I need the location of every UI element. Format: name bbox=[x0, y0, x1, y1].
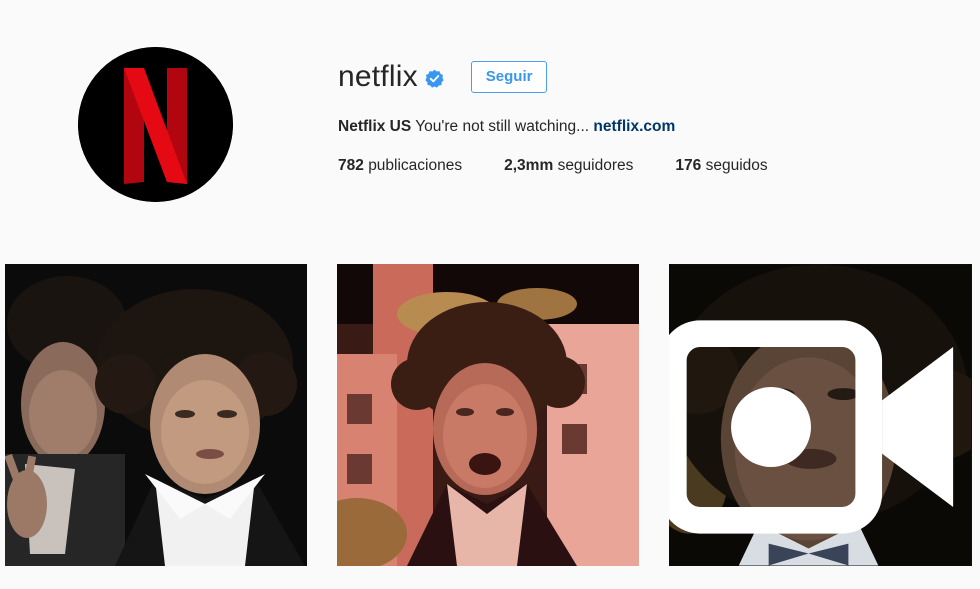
title-row: netflix Seguir bbox=[338, 58, 938, 96]
post-thumbnail[interactable] bbox=[337, 264, 639, 566]
posts-label: publicaciones bbox=[368, 157, 463, 174]
post-thumbnail[interactable] bbox=[669, 264, 972, 566]
followers-stat[interactable]: 2,3mm seguidores bbox=[504, 156, 633, 176]
bio-full-name: Netflix US bbox=[338, 118, 412, 135]
profile-username: netflix bbox=[338, 60, 418, 93]
profile-page: netflix Seguir Netflix US You're not sti… bbox=[0, 0, 980, 589]
post-photo bbox=[5, 264, 307, 566]
profile-info: netflix Seguir Netflix US You're not sti… bbox=[338, 58, 938, 176]
following-label: seguidos bbox=[705, 157, 768, 174]
netflix-logo-icon bbox=[78, 47, 233, 202]
post-photo bbox=[337, 264, 639, 566]
followers-count: 2,3mm bbox=[504, 157, 554, 174]
profile-stats: 782 publicaciones 2,3mm seguidores 176 s… bbox=[338, 156, 938, 176]
post-thumbnail[interactable] bbox=[5, 264, 307, 566]
followers-label: seguidores bbox=[557, 157, 634, 174]
bio-text: You're not still watching... bbox=[415, 118, 590, 135]
posts-stat: 782 publicaciones bbox=[338, 156, 462, 176]
video-camera-icon bbox=[669, 320, 954, 534]
following-stat[interactable]: 176 seguidos bbox=[675, 156, 767, 176]
posts-count: 782 bbox=[338, 157, 364, 174]
profile-avatar[interactable] bbox=[78, 47, 233, 202]
bio-website-link[interactable]: netflix.com bbox=[593, 118, 675, 135]
profile-bio: Netflix US You're not still watching... … bbox=[338, 117, 938, 137]
verified-badge-icon bbox=[425, 69, 444, 88]
following-count: 176 bbox=[675, 157, 702, 174]
follow-button[interactable]: Seguir bbox=[470, 61, 548, 93]
